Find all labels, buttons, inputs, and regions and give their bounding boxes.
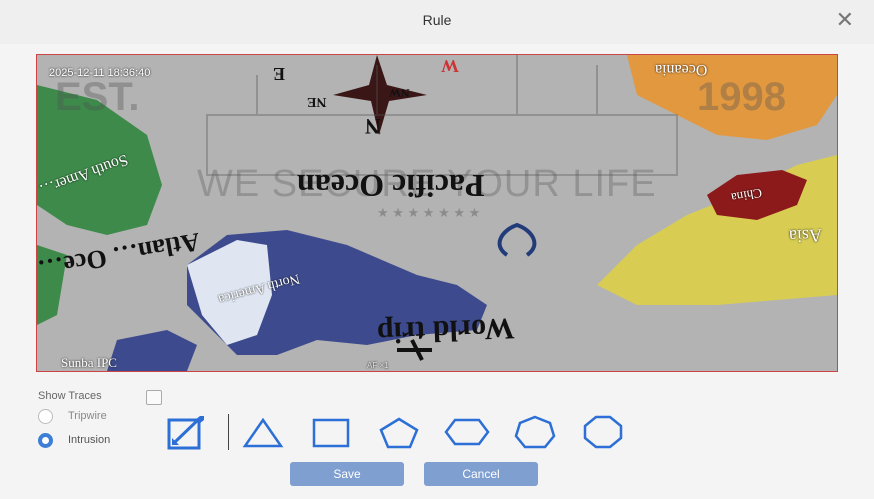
cancel-button[interactable]: Cancel: [424, 462, 538, 486]
radio-tripwire[interactable]: [38, 409, 53, 424]
label-pacific-ocean: Pacific Ocean: [297, 168, 485, 204]
label-world-trip: World trip: [376, 311, 516, 350]
label-oceania: Oceania: [655, 61, 708, 78]
watermark-stars: ★ ★ ★ ★ ★ ★ ★: [377, 205, 481, 220]
osd-camera-name: Sunba IPC: [61, 355, 117, 370]
compass-n: N: [365, 114, 381, 139]
show-traces-label: Show Traces: [38, 390, 102, 402]
hexagon-icon[interactable]: [442, 412, 492, 452]
triangle-icon[interactable]: [238, 412, 288, 452]
watermark-est: EST.: [55, 75, 140, 119]
compass-w: W: [441, 56, 459, 76]
tool-separator: [228, 414, 229, 450]
save-button[interactable]: Save: [290, 462, 404, 486]
label-asia: Asia: [788, 225, 823, 247]
octagon-icon[interactable]: [578, 412, 628, 452]
rule-controls: Show Traces Tripwire Intrusion Save Canc…: [0, 378, 874, 499]
pentagon-icon[interactable]: [374, 412, 424, 452]
radio-intrusion[interactable]: [38, 433, 53, 448]
osd-tag: AF ×1: [367, 361, 389, 370]
heptagon-icon[interactable]: [510, 412, 560, 452]
video-preview[interactable]: EST. 1998 WE SECURE YOUR LIFE ★ ★ ★ ★ ★ …: [36, 54, 838, 372]
show-traces-checkbox[interactable]: [146, 390, 162, 405]
compass-nw: NW: [389, 86, 410, 100]
compass-ne: NE: [307, 94, 327, 109]
watermark-year: 1998: [697, 75, 786, 119]
dialog-title: Rule: [422, 12, 452, 28]
tripwire-label[interactable]: Tripwire: [68, 410, 107, 422]
dialog-titlebar: Rule ✕: [0, 0, 874, 44]
osd-timestamp: 2025-12-11 18:36:40: [49, 67, 151, 79]
compass-e: E: [273, 64, 286, 84]
resize-arrow-icon[interactable]: [162, 412, 212, 452]
close-icon[interactable]: ✕: [836, 8, 854, 32]
intrusion-label[interactable]: Intrusion: [68, 434, 110, 446]
rectangle-icon[interactable]: [306, 412, 356, 452]
